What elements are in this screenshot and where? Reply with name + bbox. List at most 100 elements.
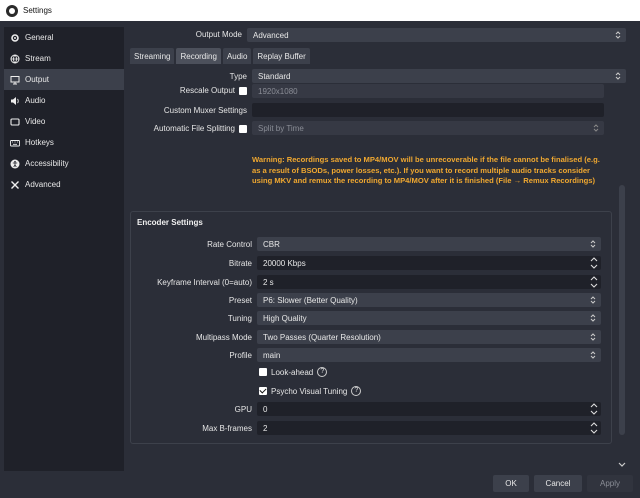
rescale-output-label: Rescale Output [179,86,235,95]
sidebar-item-label: Hotkeys [25,138,54,147]
sidebar-item-output[interactable]: Output [4,69,124,90]
window-title: Settings [23,6,52,15]
sidebar-item-label: Advanced [25,180,61,189]
mp4-warning-text: Warning: Recordings saved to MP4/MOV wil… [252,155,600,185]
ok-button[interactable]: OK [493,475,529,492]
sidebar-item-label: Video [25,117,46,126]
preset-select[interactable]: P6: Slower (Better Quality) [257,293,601,307]
sidebar: General Stream Output Audio Video Hotkey… [4,27,124,471]
gear-icon [10,33,20,43]
sidebar-item-stream[interactable]: Stream [4,48,124,69]
apply-button[interactable]: Apply [587,475,633,492]
output-mode-value: Advanced [253,30,289,40]
auto-split-value: Split by Time [258,123,304,133]
gpu-label: GPU [234,405,252,414]
auto-split-checkbox[interactable] [239,124,247,133]
monitor-icon [10,75,20,85]
output-mode-select[interactable]: Advanced [247,28,626,42]
help-icon[interactable]: ? [317,367,328,377]
bitrate-input[interactable]: 20000 Kbps [257,256,601,270]
auto-split-row: Automatic File Splitting [126,124,247,133]
preset-value: P6: Slower (Better Quality) [263,295,358,305]
profile-select[interactable]: main [257,348,601,362]
sidebar-item-label: General [25,33,54,42]
look-ahead-row: Look-ahead ? [259,367,328,377]
gpu-value: 0 [263,404,268,414]
chevron-updown-icon [590,314,596,322]
speaker-icon [10,96,20,106]
type-value: Standard [258,71,291,81]
sidebar-item-label: Stream [25,54,51,63]
chevron-updown-icon [590,240,596,248]
help-icon[interactable]: ? [351,386,362,396]
gpu-input[interactable]: 0 [257,402,601,416]
obs-logo-icon [6,4,18,17]
type-label: Type [229,72,247,81]
sidebar-item-accessibility[interactable]: Accessibility [4,153,124,174]
rescale-output-select[interactable]: 1920x1080 [252,84,604,98]
output-mode-label: Output Mode [195,30,242,39]
sidebar-item-video[interactable]: Video [4,111,124,132]
tab-audio[interactable]: Audio [222,48,252,64]
cancel-button[interactable]: Cancel [534,475,582,492]
encoder-settings-title: Encoder Settings [137,218,203,227]
scrollbar-thumb[interactable] [619,185,625,435]
preset-label: Preset [228,296,252,305]
psycho-visual-checkbox[interactable] [259,387,267,395]
auto-split-label: Automatic File Splitting [153,124,235,133]
psycho-visual-label: Psycho Visual Tuning [271,386,348,396]
chevron-updown-icon [590,296,596,304]
rate-control-select[interactable]: CBR [257,237,601,251]
sidebar-item-advanced[interactable]: Advanced [4,174,124,195]
sidebar-item-label: Audio [25,96,46,105]
keyframe-input[interactable]: 2 s [257,275,601,289]
screen-icon [10,117,20,127]
rate-control-label: Rate Control [207,240,252,249]
rescale-output-row: Rescale Output [126,86,247,95]
look-ahead-checkbox[interactable] [259,368,267,376]
encoder-settings-group: Encoder Settings Rate Control CBR Bitrat… [130,211,612,444]
tab-recording[interactable]: Recording [176,48,221,64]
spinner-arrows-icon[interactable] [589,402,599,416]
rate-control-value: CBR [263,239,280,249]
tuning-select[interactable]: High Quality [257,311,601,325]
tuning-value: High Quality [263,313,307,323]
look-ahead-label: Look-ahead [271,367,314,377]
sidebar-item-hotkeys[interactable]: Hotkeys [4,132,124,153]
sidebar-item-general[interactable]: General [4,27,124,48]
title-bar: Settings [0,0,640,21]
multipass-select[interactable]: Two Passes (Quarter Resolution) [257,330,601,344]
tab-replay-buffer[interactable]: Replay Buffer [253,48,310,64]
type-select[interactable]: Standard [252,69,626,83]
chevron-updown-icon [593,124,599,132]
auto-split-select[interactable]: Split by Time [252,121,604,135]
keyframe-label: Keyframe Interval (0=auto) [157,278,252,287]
rescale-output-checkbox[interactable] [239,86,247,95]
custom-muxer-input[interactable] [252,103,604,117]
custom-muxer-label: Custom Muxer Settings [163,106,247,115]
spinner-arrows-icon[interactable] [589,421,599,435]
tuning-label: Tuning [227,314,252,323]
sidebar-item-label: Output [25,75,50,84]
profile-value: main [263,350,281,360]
max-bframes-input[interactable]: 2 [257,421,601,435]
rescale-output-value: 1920x1080 [258,86,298,96]
bitrate-value: 20000 Kbps [263,258,306,268]
tab-streaming[interactable]: Streaming [130,48,175,64]
bitrate-label: Bitrate [228,259,252,268]
sidebar-item-label: Accessibility [25,159,69,168]
profile-label: Profile [229,351,252,360]
multipass-label: Multipass Mode [195,333,252,342]
multipass-value: Two Passes (Quarter Resolution) [263,332,381,342]
max-bframes-value: 2 [263,423,268,433]
settings-content: Output Mode Advanced Streaming Recording… [126,27,626,471]
chevron-updown-icon [590,333,596,341]
scroll-down-arrow-icon[interactable] [618,462,626,468]
max-bframes-label: Max B-frames [202,424,252,433]
tools-icon [10,180,20,190]
chevron-updown-icon [615,72,621,80]
spinner-arrows-icon[interactable] [589,275,599,289]
sidebar-item-audio[interactable]: Audio [4,90,124,111]
keyframe-value: 2 s [263,277,274,287]
spinner-arrows-icon[interactable] [589,256,599,270]
